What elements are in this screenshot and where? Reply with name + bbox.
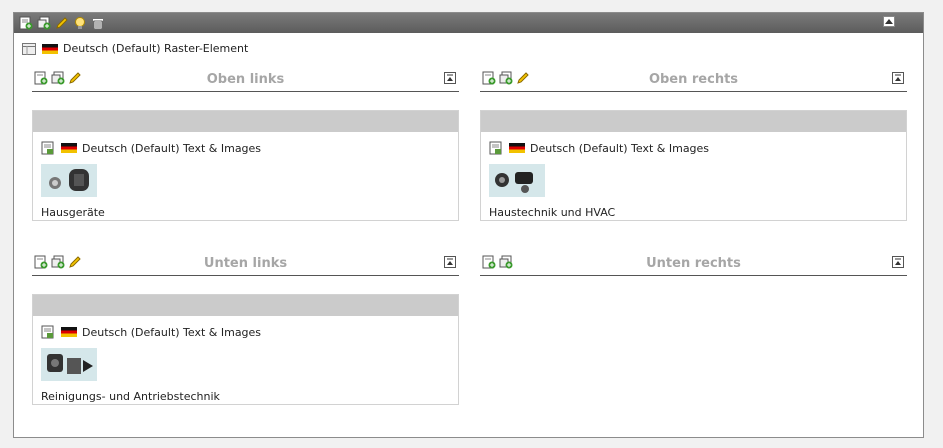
element-header: Deutsch (Default) Raster-Element <box>22 42 248 55</box>
collapse-button[interactable] <box>883 16 895 27</box>
grid-element-icon <box>22 42 36 55</box>
column-toggle-button[interactable] <box>444 72 456 84</box>
column-toggle-button[interactable] <box>892 256 904 268</box>
content-element-header: Deutsch (Default) Text & Images <box>41 325 458 339</box>
text-image-icon <box>489 141 502 155</box>
image-caption: Haustechnik und HVAC <box>489 206 616 219</box>
delete-trash-icon[interactable] <box>91 16 105 30</box>
content-element-header: Deutsch (Default) Text & Images <box>41 141 458 155</box>
german-flag-icon <box>61 143 77 153</box>
edit-pencil-icon[interactable] <box>55 16 69 30</box>
content-element-label: Deutsch (Default) Text & Images <box>82 141 262 155</box>
german-flag-icon <box>61 327 77 337</box>
collapse-icon <box>895 74 901 81</box>
collapse-icon <box>447 74 453 81</box>
column-oben-links: Oben links Deutsch (Default) Text & Imag… <box>32 67 459 221</box>
text-image-icon <box>41 141 54 155</box>
column-unten-links: Unten links Deutsch (Default) Text & Ima… <box>32 251 459 405</box>
german-flag-icon <box>42 43 58 54</box>
thumbnail-image[interactable] <box>489 164 545 197</box>
column-header: Unten rechts <box>480 251 907 276</box>
grid-element-frame: Deutsch (Default) Raster-Element Oben li… <box>13 12 924 438</box>
thumbnail-image[interactable] <box>41 164 97 197</box>
new-record-icon[interactable] <box>37 16 51 30</box>
text-image-icon <box>41 325 54 339</box>
element-label: Deutsch (Default) Raster-Element <box>63 42 249 55</box>
content-element[interactable]: Deutsch (Default) Text & Images Haustech… <box>480 110 907 221</box>
column-unten-rechts: Unten rechts <box>480 251 907 276</box>
column-header: Oben rechts <box>480 67 907 92</box>
column-title: Oben rechts <box>648 72 739 87</box>
column-oben-rechts: Oben rechts Deutsch (Default) Text & Ima… <box>480 67 907 221</box>
image-caption: Reinigungs- und Antriebstechnik <box>41 390 220 403</box>
thumbnail-image[interactable] <box>41 348 97 381</box>
column-toggle-button[interactable] <box>444 256 456 268</box>
new-content-icon[interactable] <box>19 16 33 30</box>
column-toggle-button[interactable] <box>892 72 904 84</box>
column-title: Oben links <box>206 72 285 87</box>
hide-bulb-icon[interactable] <box>73 16 87 30</box>
column-header: Oben links <box>32 67 459 92</box>
element-toolbar <box>14 13 923 33</box>
content-element-header: Deutsch (Default) Text & Images <box>489 141 906 155</box>
collapse-icon <box>895 258 901 265</box>
content-element[interactable]: Deutsch (Default) Text & Images Reinigun… <box>32 294 459 405</box>
image-caption: Hausgeräte <box>41 206 105 219</box>
content-element-label: Deutsch (Default) Text & Images <box>82 325 262 339</box>
content-element-bar <box>33 295 458 316</box>
column-title: Unten rechts <box>646 256 741 271</box>
content-element-bar <box>481 111 906 132</box>
content-element-label: Deutsch (Default) Text & Images <box>530 141 710 155</box>
column-header: Unten links <box>32 251 459 276</box>
collapse-icon <box>447 258 453 265</box>
content-element[interactable]: Deutsch (Default) Text & Images Hausgerä… <box>32 110 459 221</box>
content-element-bar <box>33 111 458 132</box>
arrow-up-icon <box>885 18 893 24</box>
german-flag-icon <box>509 143 525 153</box>
column-title: Unten links <box>203 256 288 271</box>
